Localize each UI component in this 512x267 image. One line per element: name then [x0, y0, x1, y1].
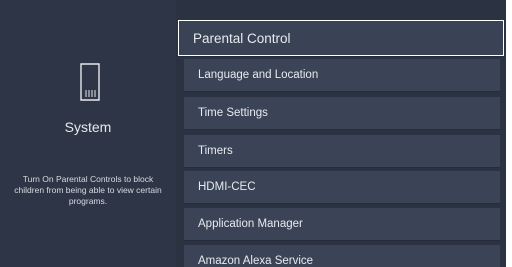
menu-item-amazon-alexa-service[interactable]: Amazon Alexa Service — [184, 245, 500, 267]
category-info-panel: System Turn On Parental Controls to bloc… — [0, 0, 176, 267]
tv-settings-screen: System Turn On Parental Controls to bloc… — [0, 0, 512, 267]
category-title: System — [64, 119, 112, 135]
menu-item-label: Amazon Alexa Service — [198, 255, 314, 267]
menu-item-hdmi-cec[interactable]: HDMI-CEC — [184, 171, 500, 203]
menu-item-application-manager[interactable]: Application Manager — [184, 208, 500, 240]
menu-item-timers[interactable]: Timers — [184, 135, 500, 167]
menu-item-label: Language and Location — [198, 69, 319, 81]
menu-item-label: Parental Control — [193, 30, 291, 46]
menu-item-language-and-location[interactable]: Language and Location — [184, 59, 500, 91]
menu-item-parental-control[interactable]: Parental Control — [178, 20, 504, 56]
menu-item-label: Timers — [198, 145, 233, 157]
menu-item-label: Application Manager — [198, 218, 303, 230]
menu-item-time-settings[interactable]: Time Settings — [184, 97, 500, 129]
sd-card-icon — [79, 62, 101, 102]
menu-item-label: Time Settings — [198, 107, 268, 119]
category-description: Turn On Parental Controls to block child… — [14, 174, 162, 206]
menu-item-label: HDMI-CEC — [198, 181, 256, 193]
settings-menu: Parental Control Language and Location T… — [178, 0, 504, 267]
screen-edge — [506, 0, 512, 267]
